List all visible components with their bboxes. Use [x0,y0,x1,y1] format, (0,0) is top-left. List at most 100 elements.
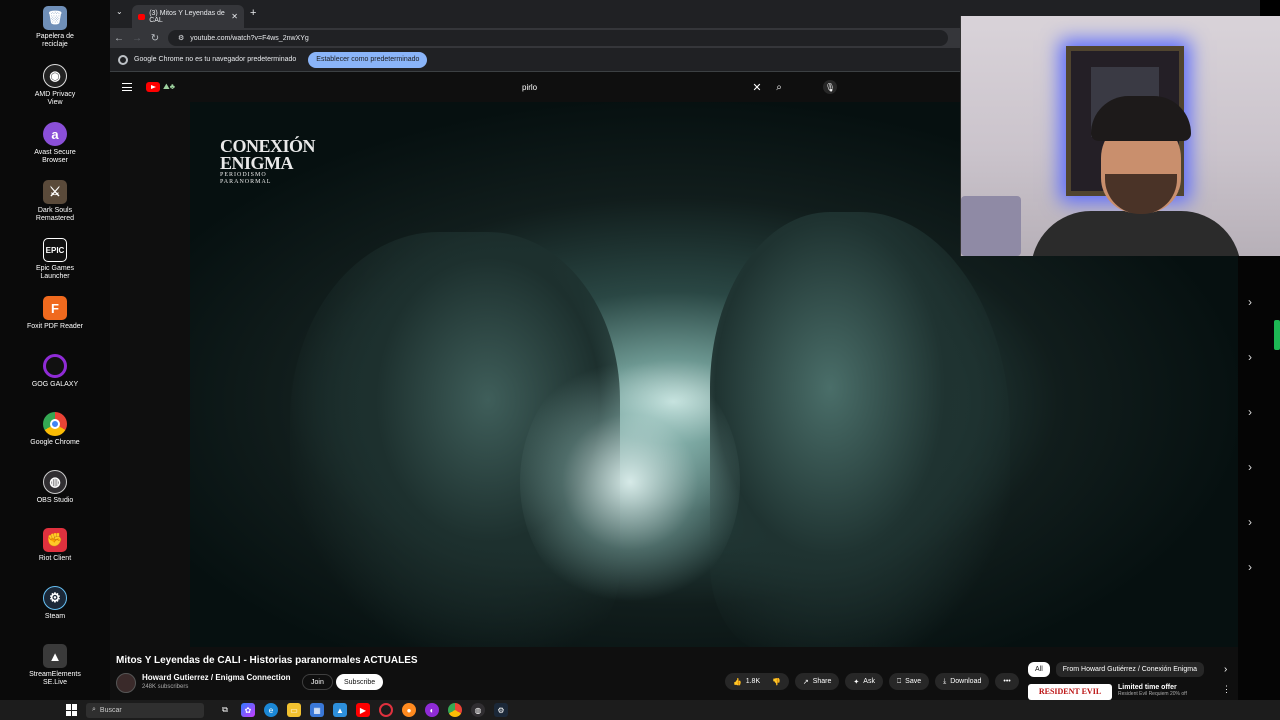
like-icon: 👍 [733,678,742,686]
chrome-icon [43,412,67,436]
gog-icon[interactable]: ◐ [425,703,439,717]
desktop-icon-riot[interactable]: ✊ Riot Client [20,528,90,563]
desktop-icon-label: Papelera de reciclaje [36,33,74,48]
windows-start-icon[interactable] [66,704,78,716]
video-actions: 👍 1.8K 👎 ↗ Share ✦ Ask ⎕ Save ⤓ Download… [725,673,1019,690]
search-icon: ⌕ [92,706,96,713]
steam-taskbar-icon[interactable]: ⚙ [494,703,508,717]
search-icon[interactable]: ⌕ [768,82,790,93]
streamer-hair [1091,96,1191,141]
join-button[interactable]: Join [302,674,333,690]
more-actions-button[interactable]: ••• [995,673,1019,690]
arrow-icon: › [1248,350,1252,364]
youtube-app-icon[interactable]: ▶ [356,703,370,717]
streamer-shirt [1031,211,1241,256]
opera-icon[interactable] [379,703,393,717]
tab-search-icon[interactable]: ⌄ [116,7,123,16]
subscriber-count: 248K subscribers [142,684,189,690]
subscribe-button[interactable]: Subscribe [336,674,384,690]
desktop-icon-chrome[interactable]: Google Chrome [20,412,90,447]
chrome-taskbar-icon[interactable] [448,703,462,717]
video-metadata: Mitos Y Leyendas de CALI - Historias par… [110,647,1260,700]
youtube-logo-icon[interactable] [146,82,160,92]
watermark-sub: PERIODISMO [220,172,267,178]
store-icon[interactable]: ▦ [310,703,324,717]
desktop-icon-se-live[interactable]: ▲ StreamElements SE.Live [20,644,90,687]
ask-label: Ask [863,678,875,685]
download-button[interactable]: ⤓ Download [935,673,990,690]
desktop-icon-label: Foxit PDF Reader [26,323,84,330]
ad-text: Limited time offer Resident Evil Requiem… [1118,684,1187,700]
site-info-icon[interactable]: ⚙ [178,34,184,42]
desktop-icon-label: Dark Souls Remastered [35,207,75,222]
arrow-icon: › [1248,515,1252,529]
copilot-icon[interactable]: ✿ [241,703,255,717]
desktop-icon-label: OBS Studio [36,497,74,504]
channel-avatar[interactable] [116,673,136,693]
file-explorer-icon[interactable]: ▭ [287,703,301,717]
edge-icon[interactable]: e [264,703,278,717]
dislike-icon[interactable]: 👎 [772,678,781,686]
desktop-icon-epic[interactable]: EPIC Epic Games Launcher [20,238,90,281]
ad-more-icon[interactable]: ⋮ [1222,684,1231,695]
chip-from-channel[interactable]: From Howard Gutiérrez / Conexión Enigma [1055,662,1204,677]
arrow-icon: › [1248,460,1252,474]
desktop-icon-gog[interactable]: GOG GALAXY [20,354,90,389]
back-icon[interactable]: ← [110,33,128,44]
desktop-icon-foxit[interactable]: F Foxit PDF Reader [20,296,90,331]
desktop-icon-amd-privacy[interactable]: ◉ AMD Privacy View [20,64,90,107]
download-icon: ⤓ [943,677,947,685]
taskbar-search[interactable]: ⌕ Buscar [86,702,204,718]
se-live-icon: ▲ [43,644,67,668]
desktop-icon-dark-souls[interactable]: ⚔ Dark Souls Remastered [20,180,90,223]
set-default-button[interactable]: Establecer como predeterminado [308,51,428,68]
desktop-icon-avast[interactable]: a Avast Secure Browser [20,122,90,165]
voice-search-icon[interactable]: 🎙 [823,80,837,94]
more-icon: ••• [1003,678,1011,685]
ask-button[interactable]: ✦ Ask [845,673,883,690]
obs-taskbar-icon[interactable]: ◍ [471,703,485,717]
channel-name[interactable]: Howard Gutierrez / Enigma Connection [142,673,290,682]
taskbar-search-placeholder: Buscar [99,706,122,714]
reload-icon[interactable]: ↻ [146,33,164,44]
share-icon: ↗ [802,678,809,686]
sidebar-ad[interactable]: RESIDENT EVIL Limited time offer Residen… [1028,684,1187,700]
search-bar: pirlo ✕ ⌕ [510,76,790,98]
riot-client-icon: ✊ [43,528,67,552]
ad-title[interactable]: Limited time offer [1118,684,1187,691]
desktop-icon-obs[interactable]: ◍ OBS Studio [20,470,90,505]
desktop-icon-label: StreamElements SE.Live [29,671,81,686]
photos-icon[interactable]: ▲ [333,703,347,717]
desktop-icon-steam[interactable]: ⚙ Steam [20,586,90,621]
screen: 🗑 Papelera de reciclaje ◉ AMD Privacy Vi… [0,0,1280,720]
like-button[interactable]: 👍 1.8K 👎 [725,673,789,690]
address-url: youtube.com/watch?v=F4ws_2nwXYg [190,34,309,42]
desktop-icon-label: Riot Client [38,555,72,562]
address-bar[interactable]: ⚙ youtube.com/watch?v=F4ws_2nwXYg [168,30,948,46]
share-button[interactable]: ↗ Share [794,673,840,690]
arrow-icon: › [1248,295,1252,309]
chevron-right-icon[interactable]: › [1224,664,1227,675]
youtube-favicon-icon [138,13,146,20]
youtube-doodle-icon[interactable]: ⛰♣ [163,82,175,92]
menu-icon[interactable] [122,83,132,91]
desktop-icon-recycle-bin[interactable]: 🗑 Papelera de reciclaje [20,6,90,49]
desktop-icon-label: Epic Games Launcher [35,265,75,280]
new-tab-button[interactable]: + [250,7,256,19]
video-title: Mitos Y Leyendas de CALI - Historias par… [116,655,418,666]
bookmark-icon: ⎕ [896,677,902,685]
save-button[interactable]: ⎕ Save [888,673,930,690]
chip-all[interactable]: All [1028,662,1050,677]
taskbar-apps: ⧉ ✿ e ▭ ▦ ▲ ▶ ● ◐ ◍ ⚙ [218,703,508,717]
desktop-icon-label: Avast Secure Browser [34,149,76,164]
task-view-icon[interactable]: ⧉ [218,703,232,717]
search-input[interactable]: pirlo [510,83,746,92]
status-indicator [1274,320,1280,350]
forward-icon[interactable]: → [128,33,146,44]
firefox-icon[interactable]: ● [402,703,416,717]
tab-youtube[interactable]: (3) Mitos Y Leyendas de CAL ✕ [132,5,244,28]
tab-close-icon[interactable]: ✕ [231,12,238,21]
desktop-icon-label: Steam [44,613,66,620]
ad-thumbnail[interactable]: RESIDENT EVIL [1028,684,1112,700]
clear-search-icon[interactable]: ✕ [746,81,768,94]
